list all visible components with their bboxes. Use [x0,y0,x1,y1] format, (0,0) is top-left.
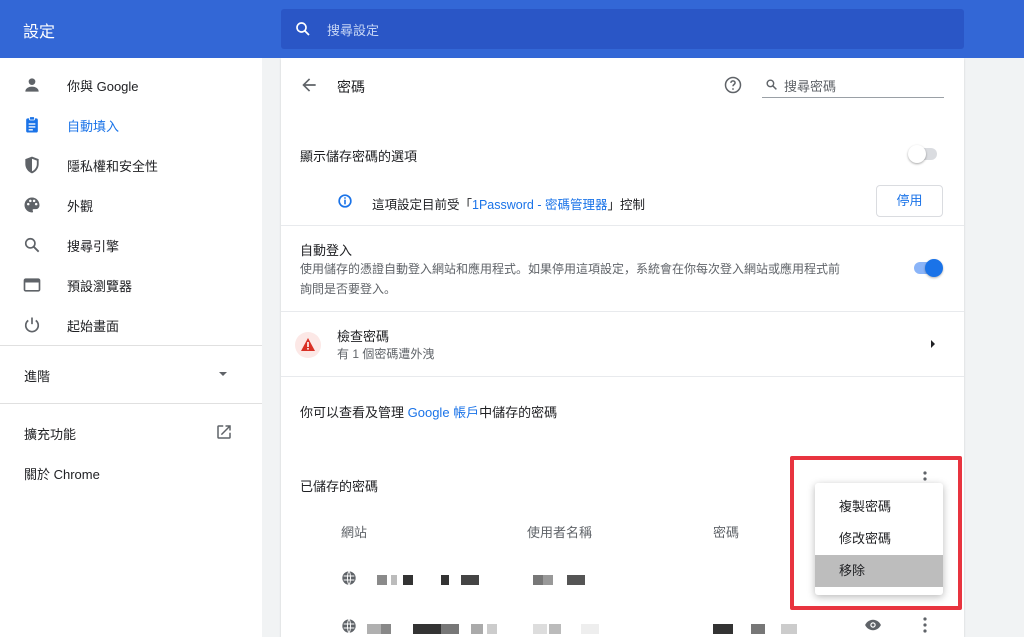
advanced-label: 進階 [24,369,51,384]
arrow-down-icon [219,372,227,376]
search-placeholder: 搜尋設定 [327,23,380,38]
app-title: 設定 [23,24,56,41]
column-header-password: 密碼 [713,525,740,540]
manage-in-account-text: 你可以查看及管理 Google 帳戶中儲存的密碼 [300,402,557,421]
globe-icon [342,619,356,633]
offer-to-save-label: 顯示儲存密碼的選項 [300,149,418,164]
palette-icon [24,197,40,213]
google-account-link[interactable]: Google 帳戶 [408,405,480,420]
browser-icon [23,278,41,292]
check-passwords-row[interactable]: 檢查密碼 有 1 個密碼遭外洩 [281,312,964,376]
manage-prefix: 你可以查看及管理 [300,405,408,420]
manage-suffix: 中儲存的密碼 [479,405,558,420]
person-icon [25,78,39,92]
sidebar-item-search-engine[interactable]: 搜尋引擎 [0,224,262,264]
sidebar-item-extensions[interactable]: 擴充功能 [0,418,262,448]
top-bar: 設定 搜尋設定 [0,0,1024,58]
sidebar-item-appearance[interactable]: 外觀 [0,184,262,224]
divider [0,345,262,346]
search-icon [24,237,40,253]
sidebar: 你與 Google 自動填入 隱私權和安全性 外觀 搜尋引擎 預設瀏覽器 起始畫… [0,58,262,637]
search-icon [296,22,310,36]
sidebar-item-label: 隱私權和安全性 [67,159,159,174]
sidebar-item-label: 起始畫面 [67,319,120,334]
column-header-username: 使用者名稱 [527,525,593,540]
column-header-website: 網站 [341,525,368,540]
sidebar-item-label: 搜尋引擎 [67,239,120,254]
auto-signin-description-line-2: 詢問是否要登入。 [300,282,397,296]
sidebar-item-you-and-google[interactable]: 你與 Google [0,64,262,104]
globe-icon [342,571,356,585]
auto-signin-description-line-1: 使用儲存的憑證自動登入網站和應用程式。如果停用這項設定，系統會在你每次登入網站或… [300,262,841,276]
sidebar-item-label: 你與 Google [67,79,139,94]
extensions-label: 擴充功能 [24,427,77,442]
auto-signin-toggle[interactable] [911,258,943,278]
saved-passwords-title: 已儲存的密碼 [300,479,379,494]
warning-icon [295,332,321,358]
shield-icon [25,156,39,174]
managed-prefix: 這項設定目前受「 [372,198,473,212]
settings-search-field[interactable]: 搜尋設定 [281,9,964,49]
extension-link[interactable]: 1Password - 密碼管理器 [472,198,607,212]
check-passwords-title: 檢查密碼 [337,329,390,344]
disable-extension-button[interactable]: 停用 [876,185,943,217]
back-arrow-icon[interactable] [299,75,319,95]
sidebar-item-label: 自動填入 [67,119,120,134]
power-icon [24,317,40,333]
sidebar-item-on-startup[interactable]: 起始畫面 [0,304,262,344]
sidebar-item-about-chrome[interactable]: 關於 Chrome [0,458,262,488]
sidebar-item-default-browser[interactable]: 預設瀏覽器 [0,264,262,304]
assignment-icon [26,116,38,133]
sidebar-item-autofill[interactable]: 自動填入 [0,104,262,144]
open-in-new-icon [217,425,231,439]
divider [281,225,964,226]
sidebar-item-label: 外觀 [67,199,94,214]
page-title: 密碼 [337,79,365,95]
divider [281,376,964,377]
password-search-placeholder: 搜尋密碼 [784,79,837,94]
divider [0,403,262,404]
sidebar-item-label: 預設瀏覽器 [67,279,133,294]
more-vert-icon[interactable] [919,616,931,634]
help-icon[interactable] [723,75,743,95]
advanced-section[interactable]: 進階 [0,356,262,392]
managed-suffix: 」控制 [607,198,645,212]
auto-signin-title: 自動登入 [300,243,353,258]
check-passwords-subtitle: 有 1 個密碼遭外洩 [337,347,435,361]
highlight-frame [790,456,962,610]
search-icon [766,79,777,90]
eye-icon[interactable] [863,616,883,634]
info-icon [338,194,352,208]
managed-by-extension-text: 這項設定目前受「1Password - 密碼管理器」控制 [372,194,645,213]
sidebar-item-privacy[interactable]: 隱私權和安全性 [0,144,262,184]
offer-to-save-toggle[interactable] [908,144,940,164]
chevron-right-icon [931,340,935,348]
password-search-field[interactable]: 搜尋密碼 [762,72,944,98]
about-label: 關於 Chrome [24,467,100,482]
table-row[interactable] [281,610,964,637]
